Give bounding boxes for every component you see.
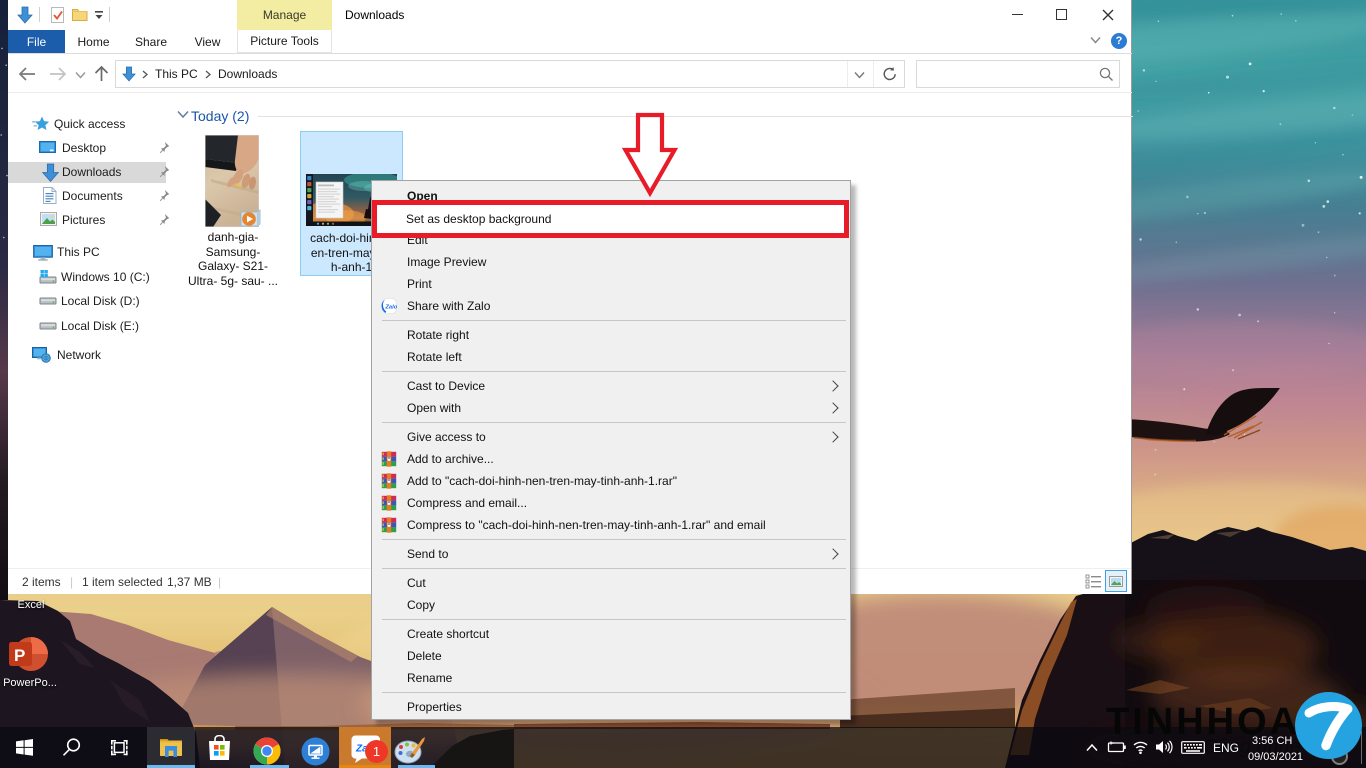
svg-text:P: P bbox=[14, 646, 25, 665]
svg-text:Zalo: Zalo bbox=[384, 305, 397, 311]
